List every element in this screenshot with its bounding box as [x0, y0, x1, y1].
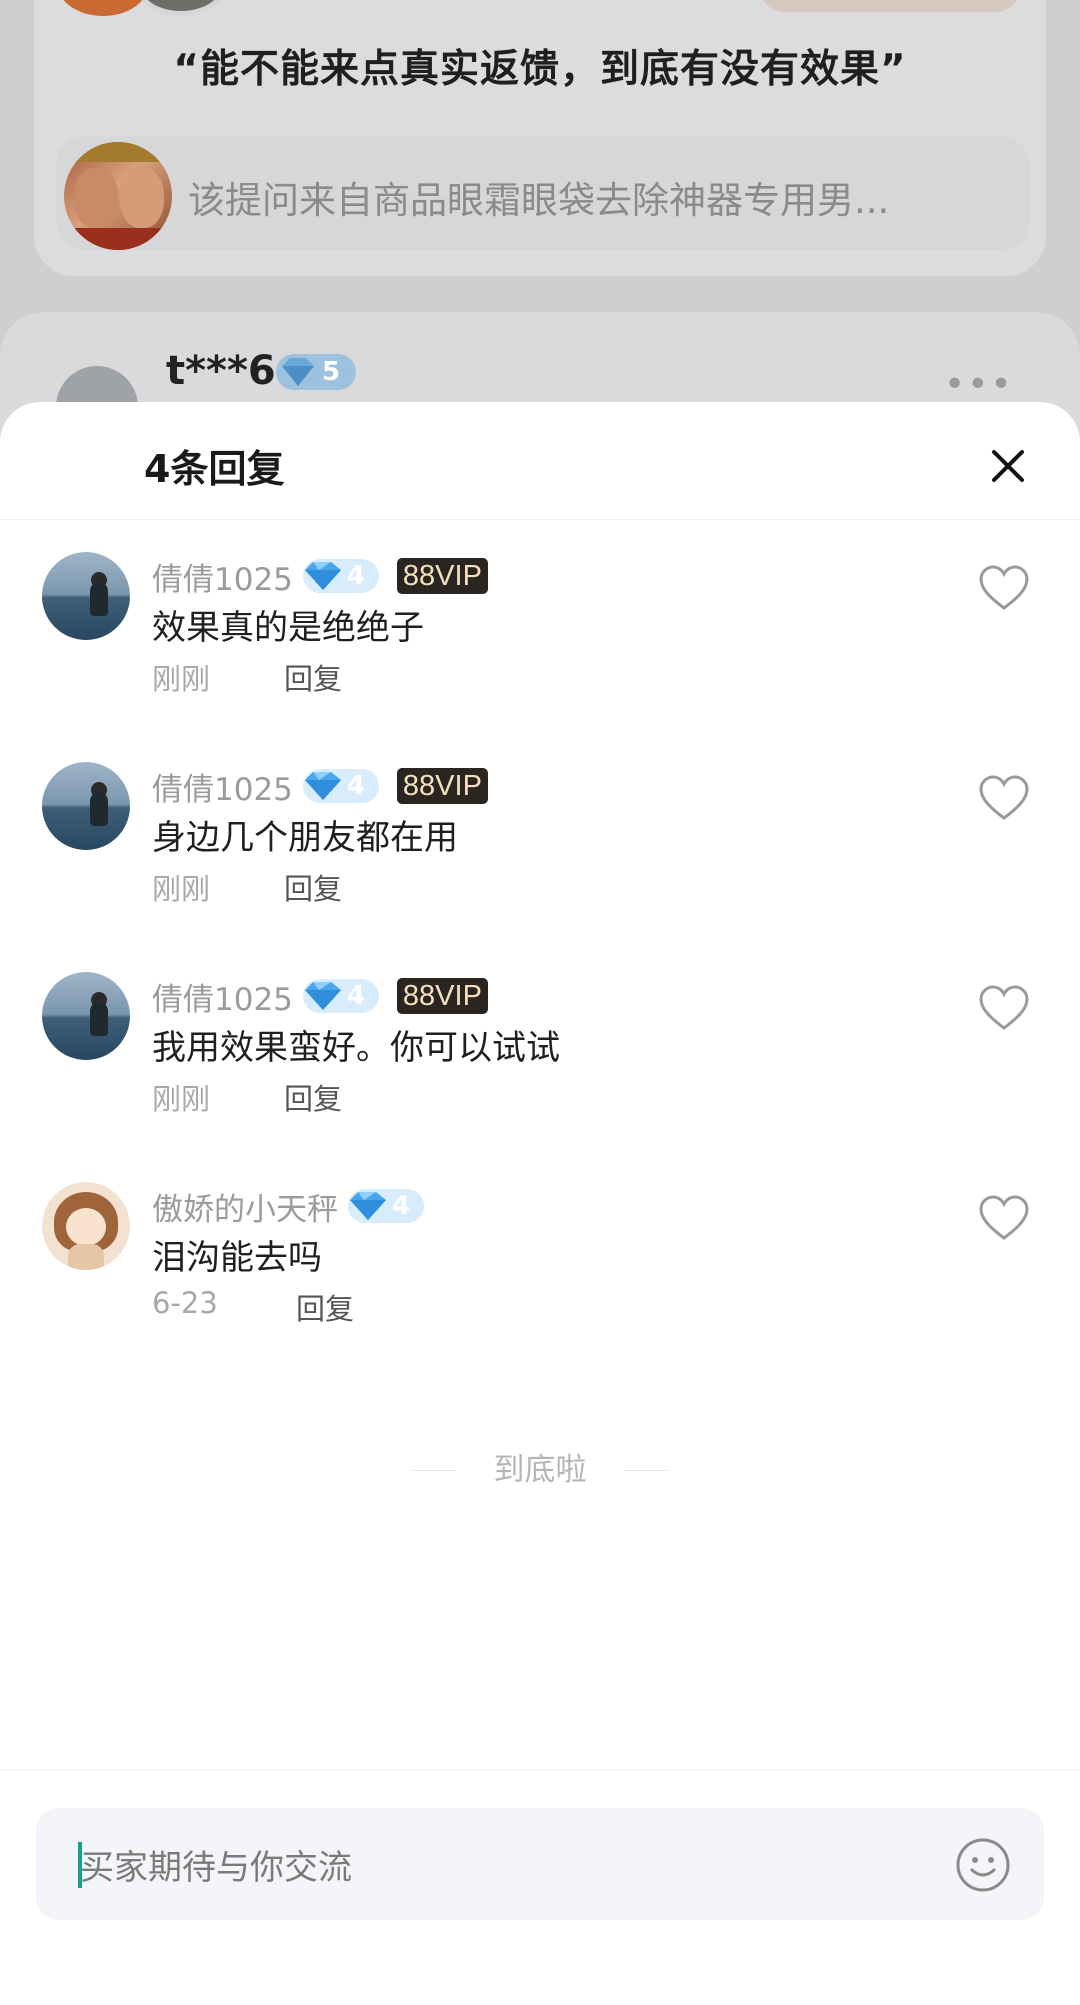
diamond-icon: [350, 1192, 386, 1220]
reply-meta: 倩倩1025 4 88VIP: [152, 764, 488, 808]
heart-icon[interactable]: [978, 1194, 1030, 1242]
reply-username[interactable]: 倩倩1025: [152, 764, 293, 809]
product-source-row: 该提问来自商品眼霜眼袋去除神器专用男...: [56, 136, 1030, 250]
reply-text: 效果真的是绝绝子: [152, 608, 424, 648]
reply-username[interactable]: 倩倩1025: [152, 974, 293, 1019]
reply-button[interactable]: 回复: [284, 1076, 342, 1118]
diamond-icon: [304, 982, 341, 1010]
reply-meta: 倩倩1025 4 88VIP: [152, 554, 488, 598]
more-icon: •••: [944, 364, 1014, 405]
reply-input-placeholder: 买家期待与你交流: [80, 1848, 352, 1888]
reply-button[interactable]: 回复: [284, 656, 342, 698]
reply-time: 刚刚: [152, 1082, 211, 1116]
sheet-header: 4条回复: [0, 402, 1080, 520]
close-icon[interactable]: [980, 438, 1036, 494]
vip-badge: 88VIP: [396, 768, 488, 804]
reply-time: 刚刚: [152, 662, 211, 696]
replies-sheet: 4条回复 倩倩1025 4 88VIP 效果真的是绝绝子 刚刚 回复 倩倩102…: [0, 402, 1080, 2005]
reply-time: 6-23: [152, 1286, 218, 1320]
avatar[interactable]: [42, 972, 130, 1060]
reply-username[interactable]: 傲娇的小天秤: [152, 1184, 338, 1229]
level-badge: 4: [302, 769, 379, 803]
level-badge: 4: [302, 559, 379, 593]
end-of-list: 到底啦: [0, 1448, 1080, 1492]
vip-badge: 88VIP: [396, 978, 488, 1014]
reply-text: 身边几个朋友都在用: [152, 818, 458, 858]
diamond-icon: [282, 358, 314, 386]
reply-text: 泪沟能去吗: [152, 1238, 322, 1278]
answer-user-level: 5: [322, 357, 341, 387]
reply-item: 倩倩1025 4 88VIP 效果真的是绝绝子 刚刚 回复: [0, 552, 1080, 752]
question-action-pill: [760, 0, 1020, 12]
level-number: 4: [346, 981, 365, 1011]
level-badge: 4: [348, 1189, 424, 1223]
answer-user-name: t***6: [166, 348, 276, 394]
question-text: “能不能来点真实返馈，到底有没有效果”: [173, 47, 907, 92]
background-overlay: “能不能来点真实返馈，到底有没有效果” 该提问来自商品眼霜眼袋去除神器专用男..…: [0, 0, 1080, 512]
avatar[interactable]: [42, 762, 130, 850]
emoji-icon[interactable]: [954, 1836, 1012, 1894]
reply-input[interactable]: 买家期待与你交流: [36, 1808, 1044, 1920]
answer-user-level-badge: 5: [276, 354, 356, 390]
end-of-list-text: 到底啦: [493, 1452, 587, 1488]
heart-icon[interactable]: [978, 984, 1030, 1032]
level-number: 4: [346, 561, 365, 591]
vip-badge: 88VIP: [396, 558, 488, 594]
reply-item: 傲娇的小天秤 4 泪沟能去吗 6-23 回复: [0, 1182, 1080, 1382]
heart-icon[interactable]: [978, 564, 1030, 612]
reply-meta: 倩倩1025 4 88VIP: [152, 974, 488, 1018]
reply-text: 我用效果蛮好。你可以试试: [152, 1028, 560, 1068]
product-thumbnail: [64, 142, 172, 250]
diamond-icon: [304, 562, 341, 590]
avatar[interactable]: [42, 552, 130, 640]
avatar[interactable]: [42, 1182, 130, 1270]
reply-item: 倩倩1025 4 88VIP 身边几个朋友都在用 刚刚 回复: [0, 762, 1080, 962]
divider: [0, 1770, 1080, 1771]
level-number: 4: [392, 1191, 411, 1221]
level-badge: 4: [302, 979, 379, 1013]
reply-time: 刚刚: [152, 872, 211, 906]
heart-icon[interactable]: [978, 774, 1030, 822]
level-number: 4: [346, 771, 365, 801]
reply-button[interactable]: 回复: [296, 1286, 354, 1328]
divider: [412, 1470, 456, 1471]
reply-meta: 傲娇的小天秤 4: [152, 1184, 424, 1228]
diamond-icon: [304, 772, 341, 800]
reply-button[interactable]: 回复: [284, 866, 342, 908]
product-source-text: 该提问来自商品眼霜眼袋去除神器专用男...: [188, 179, 890, 222]
sheet-title: 4条回复: [144, 447, 285, 491]
divider: [624, 1470, 668, 1471]
reply-item: 倩倩1025 4 88VIP 我用效果蛮好。你可以试试 刚刚 回复: [0, 972, 1080, 1172]
reply-username[interactable]: 倩倩1025: [152, 554, 293, 599]
page: “能不能来点真实返馈，到底有没有效果” 该提问来自商品眼霜眼袋去除神器专用男..…: [0, 0, 1080, 2005]
